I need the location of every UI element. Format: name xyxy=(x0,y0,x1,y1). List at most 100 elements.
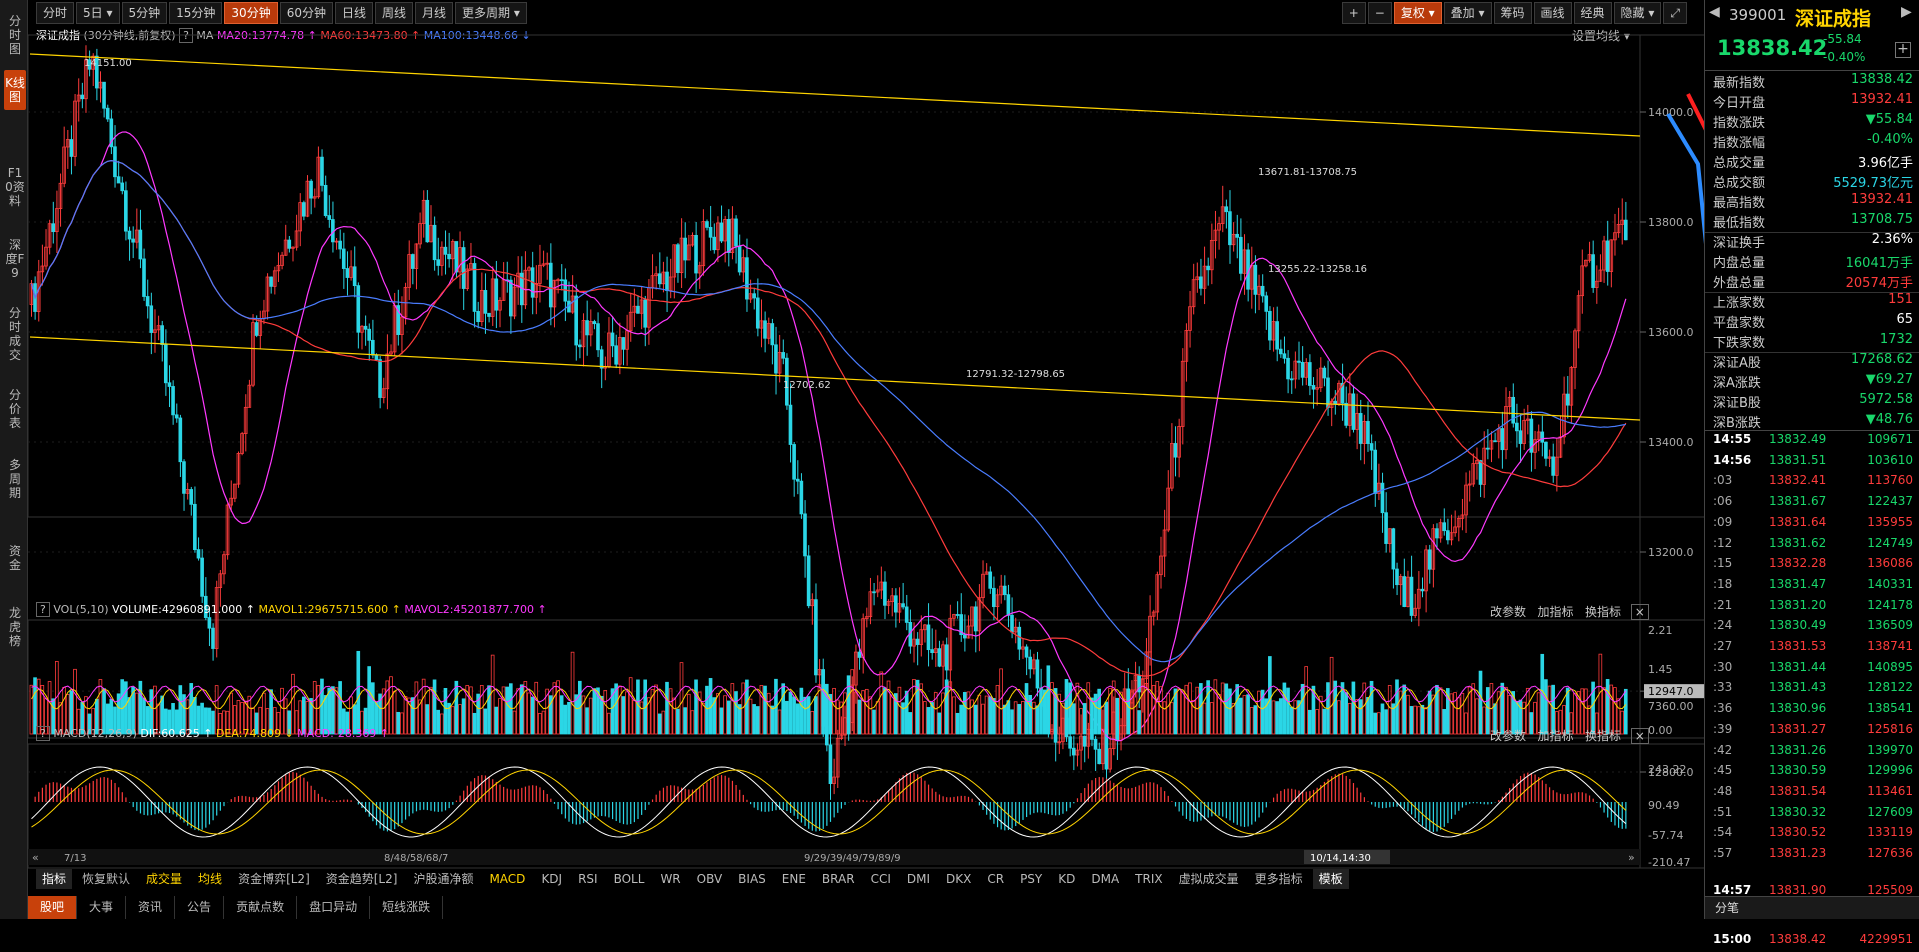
sidebar-tab-1[interactable]: K线图 xyxy=(4,70,26,110)
indicator-tab-21[interactable]: KD xyxy=(1052,869,1081,889)
kline-candle xyxy=(930,649,934,654)
news-tab-6[interactable]: 短线涨跌 xyxy=(370,896,444,919)
volume-bar xyxy=(541,710,546,735)
indicator-tab-15[interactable]: BRAR xyxy=(816,869,861,889)
indicator-tab-24[interactable]: 虚拟成交量 xyxy=(1173,869,1245,889)
tick-tab[interactable]: 分笔 xyxy=(1715,899,1739,916)
quote-row-value: ▼69.27 xyxy=(1865,372,1913,387)
news-tab-3[interactable]: 公告 xyxy=(175,896,225,919)
kline-candle xyxy=(559,279,564,282)
tool-button-1[interactable]: − xyxy=(1367,2,1392,24)
macd-help-icon[interactable]: ? xyxy=(36,726,50,741)
tool-button-2[interactable]: 复权 ▾ xyxy=(1393,2,1442,24)
period-tab-3[interactable]: 15分钟 xyxy=(169,2,223,24)
indicator-tab-10[interactable]: BOLL xyxy=(608,869,651,889)
ma20-line xyxy=(30,131,1627,742)
kline-candle xyxy=(636,305,640,314)
period-tab-4[interactable]: 30分钟 xyxy=(224,2,278,24)
quote-row: 总成交量 3.96亿手 xyxy=(1709,152,1917,172)
period-tab-8[interactable]: 月线 xyxy=(415,2,454,24)
indicator-tab-4[interactable]: 资金博弈[L2] xyxy=(232,869,316,889)
prev-stock-icon[interactable]: ◀ xyxy=(1709,4,1720,20)
kline-candle xyxy=(1493,440,1497,443)
kline-candle xyxy=(1006,594,1011,616)
sidebar-tab-8[interactable]: 龙虎榜 xyxy=(4,600,26,654)
next-stock-icon[interactable]: ▶ xyxy=(1901,4,1912,20)
volume-bar xyxy=(1253,705,1258,735)
quote-row-label: 深A涨跌 xyxy=(1713,376,1761,391)
indicator-tab-12[interactable]: OBV xyxy=(691,869,729,889)
sidebar-tab-5[interactable]: 分价表 xyxy=(4,382,26,436)
macd-change-params[interactable]: 改参数 xyxy=(1490,729,1526,743)
vol-change-params[interactable]: 改参数 xyxy=(1490,605,1526,619)
macd-close-icon[interactable]: × xyxy=(1630,728,1649,744)
indicator-tab-14[interactable]: ENE xyxy=(776,869,812,889)
volume-bar xyxy=(1308,709,1312,735)
macd-add-indicator[interactable]: 加指标 xyxy=(1537,729,1573,743)
indicator-tab-5[interactable]: 资金趋势[L2] xyxy=(320,869,404,889)
indicator-tab-23[interactable]: TRIX xyxy=(1129,869,1168,889)
vol-add-indicator[interactable]: 加指标 xyxy=(1537,605,1573,619)
volume-bar xyxy=(1090,697,1094,735)
indicator-tab-16[interactable]: CCI xyxy=(865,869,897,889)
kline-candle xyxy=(944,644,949,671)
tool-button-8[interactable]: ⤢ xyxy=(1663,2,1687,24)
volume-bar xyxy=(1485,687,1490,735)
tool-button-4[interactable]: 筹码 xyxy=(1493,2,1532,24)
kline-candle xyxy=(676,244,680,273)
period-tab-5[interactable]: 60分钟 xyxy=(279,2,333,24)
news-tab-4[interactable]: 贡献点数 xyxy=(224,896,298,919)
indicator-tab-17[interactable]: DMI xyxy=(901,869,936,889)
indicator-tab-20[interactable]: PSY xyxy=(1014,869,1048,889)
period-tab-6[interactable]: 日线 xyxy=(334,2,373,24)
sidebar-tab-4[interactable]: 分时成交 xyxy=(4,300,26,368)
indicator-tab-3[interactable]: 均线 xyxy=(192,869,228,889)
period-tab-7[interactable]: 周线 xyxy=(375,2,414,24)
sidebar-tab-0[interactable]: 分时图 xyxy=(4,8,26,62)
sidebar-tab-3[interactable]: 深度F9 xyxy=(4,232,26,286)
news-tab-0[interactable]: 股吧 xyxy=(28,896,78,919)
volume-bar xyxy=(98,679,103,735)
indicator-tab-13[interactable]: BIAS xyxy=(732,869,772,889)
tool-button-0[interactable]: + xyxy=(1341,2,1366,24)
vol-help-icon[interactable]: ? xyxy=(36,602,50,617)
sidebar-tab-7[interactable]: 资金 xyxy=(4,538,26,578)
sidebar-tab-6[interactable]: 多周期 xyxy=(4,452,26,506)
indicator-tab-19[interactable]: CR xyxy=(981,869,1010,889)
tool-button-5[interactable]: 画线 xyxy=(1533,2,1572,24)
indicator-tab-9[interactable]: RSI xyxy=(572,869,604,889)
indicator-tab-0[interactable]: 指标 xyxy=(36,869,73,889)
indicator-tab-26[interactable]: 模板 xyxy=(1312,869,1349,889)
macd-swap-indicator[interactable]: 换指标 xyxy=(1585,729,1621,743)
news-tab-5[interactable]: 盘口异动 xyxy=(297,896,371,919)
sidebar-tab-2[interactable]: F10资料 xyxy=(4,160,26,214)
period-tab-2[interactable]: 5分钟 xyxy=(121,2,168,24)
add-watchlist-icon[interactable]: + xyxy=(1895,42,1911,58)
indicator-tab-11[interactable]: WR xyxy=(654,869,686,889)
news-tab-1[interactable]: 大事 xyxy=(77,896,127,919)
indicator-tab-25[interactable]: 更多指标 xyxy=(1249,869,1309,889)
news-tab-2[interactable]: 资讯 xyxy=(126,896,176,919)
volume-bar xyxy=(29,684,34,735)
indicator-tab-22[interactable]: DMA xyxy=(1085,869,1125,889)
indicator-tab-2[interactable]: 成交量 xyxy=(140,869,188,889)
volume-bar xyxy=(1031,701,1036,735)
period-tab-0[interactable]: 分时 xyxy=(36,2,75,24)
vol-swap-indicator[interactable]: 换指标 xyxy=(1585,605,1621,619)
vol-close-icon[interactable]: × xyxy=(1630,604,1649,620)
tool-button-3[interactable]: 叠加 ▾ xyxy=(1443,2,1492,24)
period-tab-9[interactable]: 更多周期 ▾ xyxy=(455,2,527,24)
kline-candle xyxy=(621,337,626,350)
kline-chart[interactable]: 14000.013800.013600.013400.013200.012947… xyxy=(28,24,1704,869)
kline-candle xyxy=(345,268,350,278)
tool-button-6[interactable]: 经典 xyxy=(1573,2,1612,24)
indicator-tab-18[interactable]: DKX xyxy=(940,869,977,889)
period-tab-1[interactable]: 5日 ▾ xyxy=(76,2,120,24)
indicator-tab-8[interactable]: KDJ xyxy=(535,869,568,889)
indicator-tab-1[interactable]: 恢复默认 xyxy=(76,869,136,889)
kline-candle xyxy=(1297,360,1301,363)
indicator-tab-7[interactable]: MACD xyxy=(483,869,531,889)
volume-bar xyxy=(835,699,840,735)
tool-button-7[interactable]: 隐藏 ▾ xyxy=(1613,2,1662,24)
indicator-tab-6[interactable]: 沪股通净额 xyxy=(407,869,479,889)
